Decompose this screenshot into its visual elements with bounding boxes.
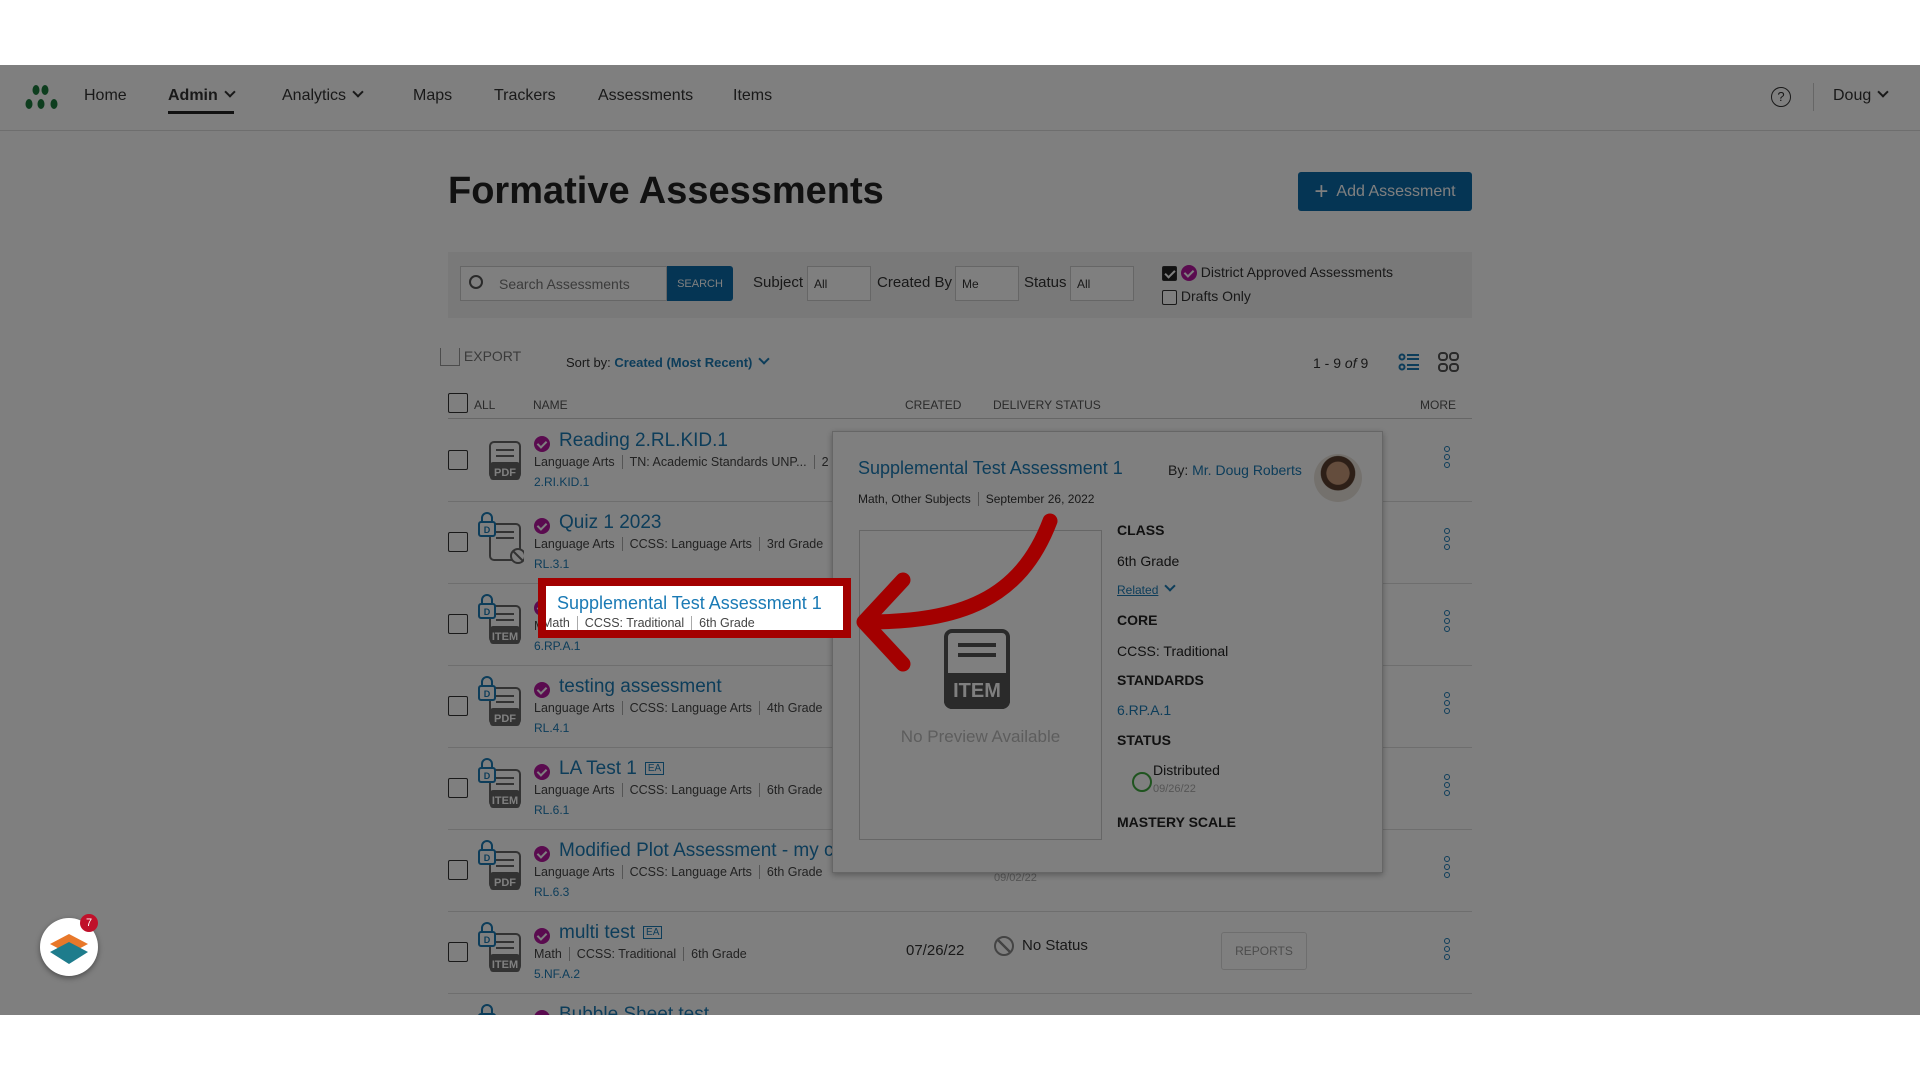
highlighted-meta: Math CCSS: Traditional 6th Grade — [542, 616, 755, 630]
meta-core: CCSS: Traditional — [576, 616, 685, 630]
meta-subject: Math — [542, 616, 570, 630]
highlighted-name[interactable]: Supplemental Test Assessment 1 — [557, 593, 822, 614]
help-widget-button[interactable]: 7 — [40, 914, 98, 976]
meta-grade: 6th Grade — [691, 616, 755, 630]
dim-overlay — [0, 65, 1920, 1015]
highlighted-assessment-link[interactable]: Supplemental Test Assessment 1 Math CCSS:… — [538, 578, 851, 638]
notification-badge: 7 — [80, 914, 98, 932]
